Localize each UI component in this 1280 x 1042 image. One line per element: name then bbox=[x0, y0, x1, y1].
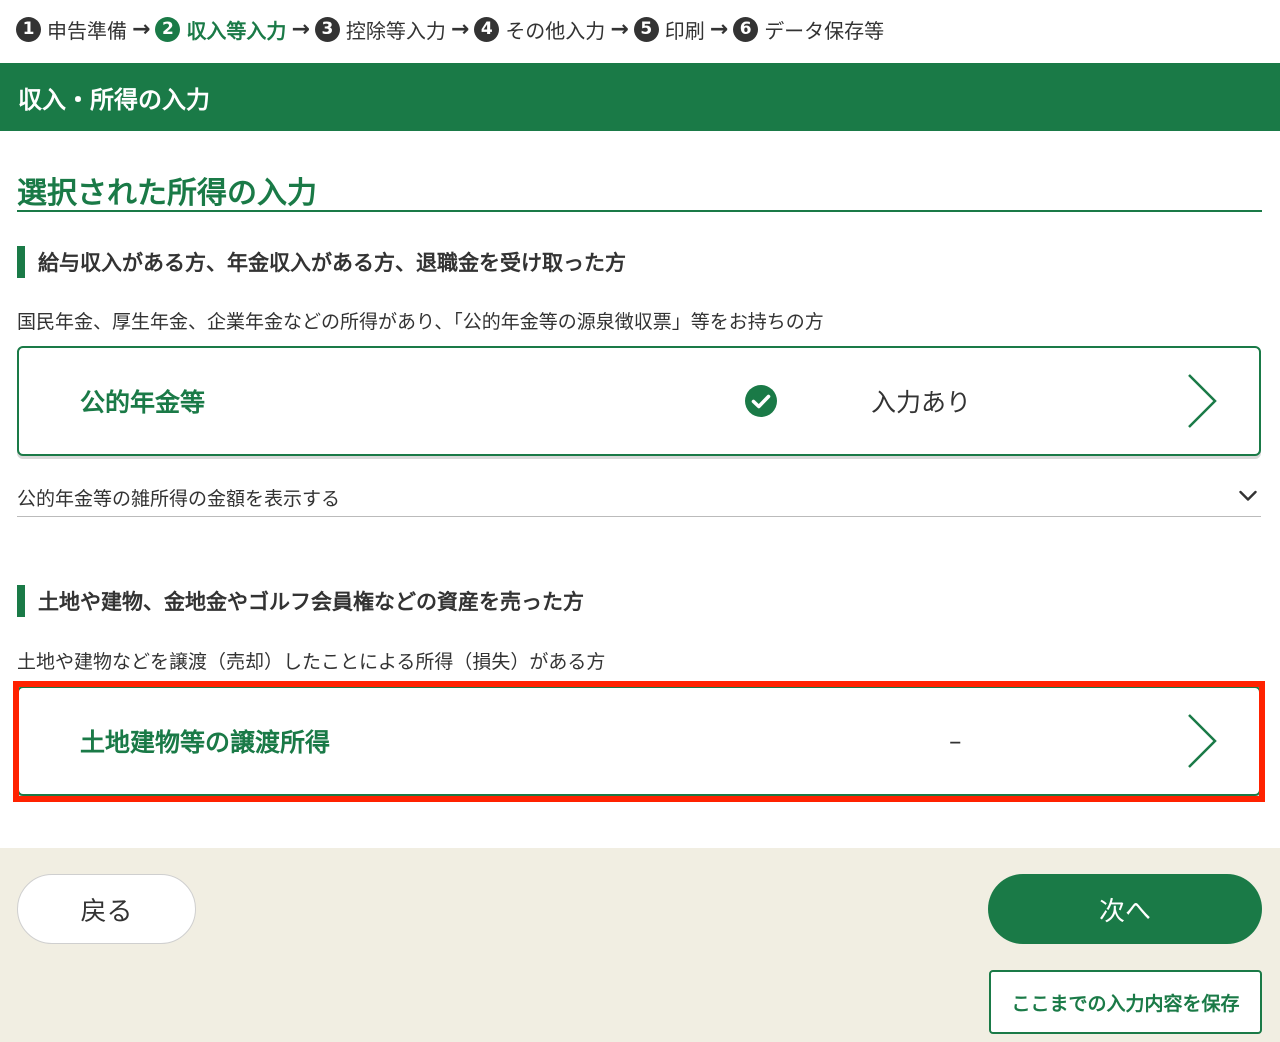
step-3: 3 控除等入力 bbox=[314, 15, 446, 44]
chevron-right-icon bbox=[1188, 374, 1217, 428]
step-number: 2 bbox=[155, 16, 181, 42]
step-number: 3 bbox=[314, 16, 340, 42]
step-5: 5 印刷 bbox=[633, 15, 705, 44]
step-number: 6 bbox=[733, 16, 759, 42]
income-card-public-pension[interactable]: 公的年金等 入力あり bbox=[17, 346, 1261, 456]
section-header: 収入・所得の入力 bbox=[0, 63, 1280, 131]
step-4: 4 その他入力 bbox=[474, 15, 605, 44]
step-label: 印刷 bbox=[664, 18, 705, 43]
page-title: 選択された所得の入力 bbox=[17, 176, 317, 211]
step-label: その他入力 bbox=[505, 18, 606, 43]
save-progress-button[interactable]: ここまでの入力内容を保存 bbox=[989, 970, 1262, 1034]
step-label: 控除等入力 bbox=[345, 18, 446, 43]
progress-stepper: 1 申告準備 → 2 収入等入力 → 3 控除等入力 → 4 その他入力 → 5… bbox=[16, 14, 884, 44]
check-circle-icon bbox=[745, 385, 777, 417]
step-6: 6 データ保存等 bbox=[733, 15, 884, 44]
step-number: 1 bbox=[16, 16, 41, 42]
group-heading-asset-sale: 土地や建物、金地金やゴルフ会員権などの資産を売った方 bbox=[17, 585, 584, 617]
card-status: 入力あり bbox=[871, 388, 972, 417]
step-1: 1 申告準備 bbox=[16, 15, 127, 44]
group-heading-pension: 給与収入がある方、年金収入がある方、退職金を受け取った方 bbox=[17, 246, 626, 278]
title-divider bbox=[17, 210, 1262, 212]
back-button[interactable]: 戻る bbox=[17, 874, 196, 944]
accordion-label: 公的年金等の雑所得の金額を表示する bbox=[17, 488, 341, 510]
card-label: 公的年金等 bbox=[80, 388, 206, 417]
step-2: 2 収入等入力 bbox=[155, 15, 286, 44]
arrow-right-icon: → bbox=[709, 16, 729, 42]
next-button[interactable]: 次へ bbox=[988, 874, 1262, 944]
step-number: 4 bbox=[474, 16, 500, 42]
card-label: 土地建物等の譲渡所得 bbox=[80, 728, 331, 757]
accordion-pension-amount[interactable]: 公的年金等の雑所得の金額を表示する bbox=[17, 480, 1261, 517]
step-label: データ保存等 bbox=[764, 18, 885, 43]
card-status: – bbox=[949, 726, 962, 756]
chevron-down-icon bbox=[1239, 490, 1257, 501]
step-number: 5 bbox=[633, 16, 659, 42]
income-card-land-building-transfer[interactable]: 土地建物等の譲渡所得 – bbox=[17, 686, 1261, 796]
arrow-right-icon: → bbox=[132, 16, 151, 42]
arrow-right-icon: → bbox=[291, 16, 310, 42]
step-label: 申告準備 bbox=[47, 18, 127, 43]
arrow-right-icon: → bbox=[450, 16, 470, 42]
arrow-right-icon: → bbox=[610, 16, 629, 42]
group-description-pension: 国民年金、厚生年金、企業年金などの所得があり、「公的年金等の源泉徴収票」等をお持… bbox=[17, 311, 824, 333]
group-description-asset-sale: 土地や建物などを譲渡（売却）したことによる所得（損失）がある方 bbox=[17, 651, 606, 673]
chevron-right-icon bbox=[1188, 714, 1217, 768]
step-label: 収入等入力 bbox=[186, 18, 287, 43]
